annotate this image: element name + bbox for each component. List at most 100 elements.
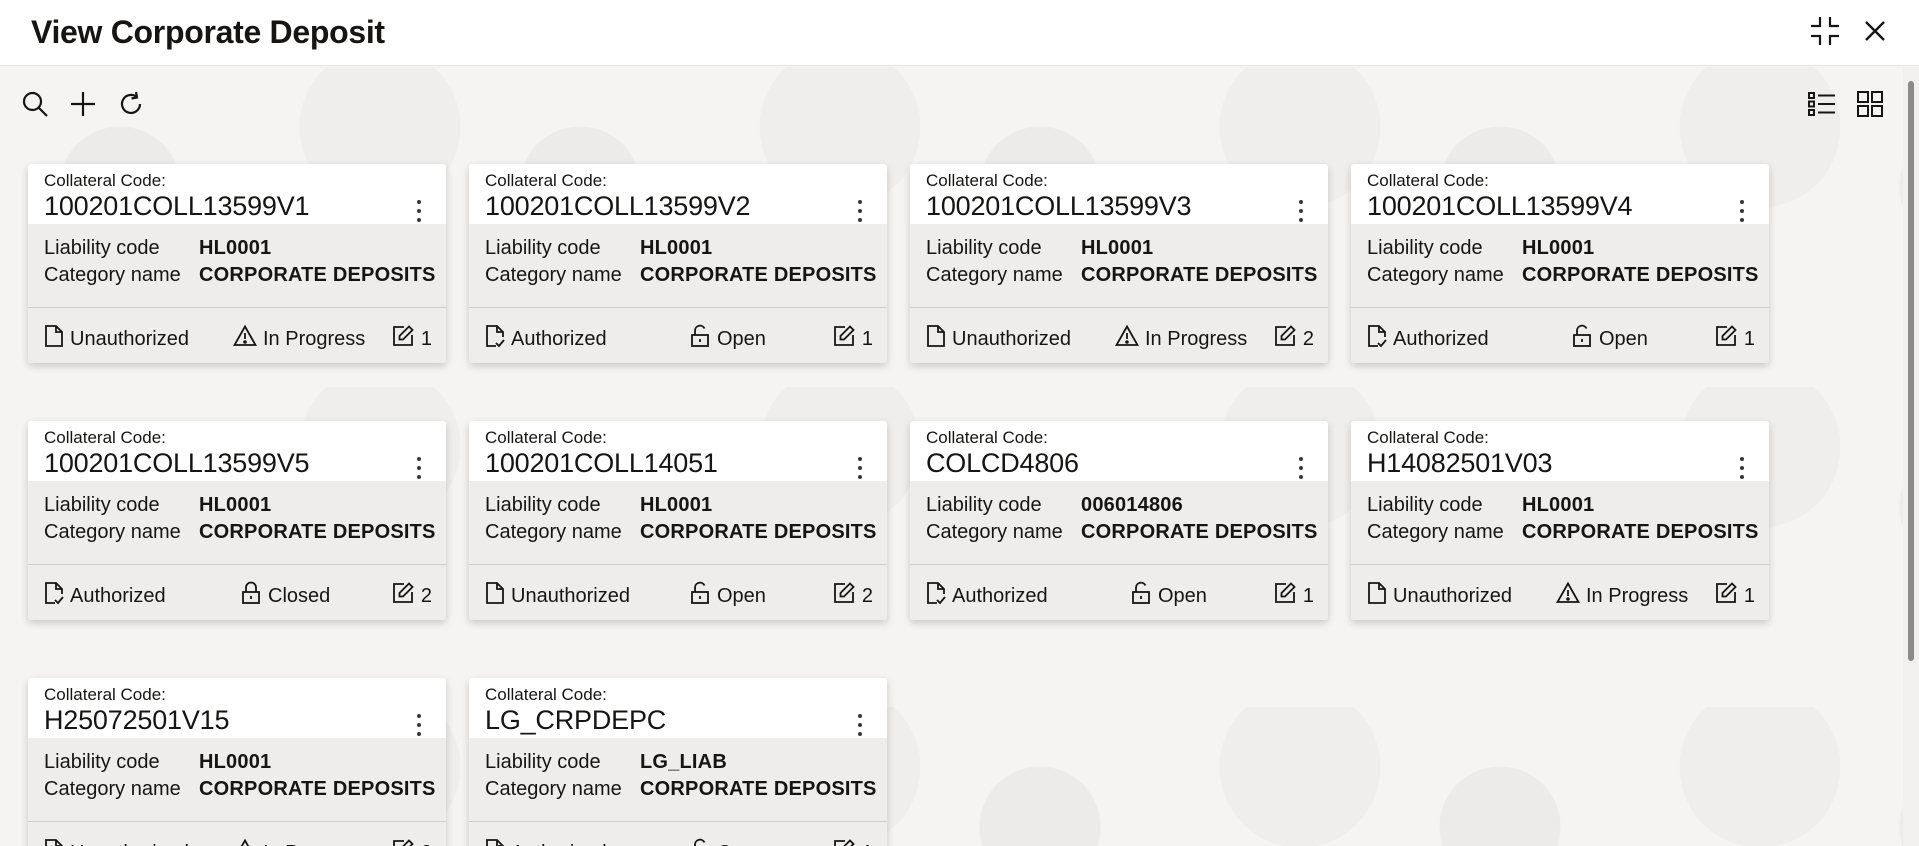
lock-icon (240, 581, 268, 611)
authorization-status: Authorized (485, 324, 607, 354)
edit-icon (1273, 581, 1303, 611)
collateral-card-6[interactable]: Collateral Code: 100201COLL14051 Liabili… (469, 421, 887, 620)
status-text: Open (717, 584, 766, 607)
unauthorized-document-icon (1367, 581, 1393, 611)
liability-code-value: 006014806 (1081, 494, 1183, 516)
edit-icon (1714, 581, 1744, 611)
more-options-icon[interactable] (414, 714, 424, 736)
unauthorized-document-icon (926, 324, 952, 354)
warning-icon (233, 838, 263, 846)
collateral-card-2[interactable]: Collateral Code: 100201COLL13599V2 Liabi… (469, 164, 887, 363)
unlock-icon (1571, 324, 1599, 354)
plus-icon[interactable] (66, 87, 100, 121)
warning-icon (1555, 581, 1586, 611)
minimize-icon[interactable] (1807, 13, 1843, 49)
collateral-card-1[interactable]: Collateral Code: 100201COLL13599V1 Liabi… (28, 164, 446, 363)
collateral-card-3[interactable]: Collateral Code: 100201COLL13599V3 Liabi… (910, 164, 1328, 363)
collateral-card-7[interactable]: Collateral Code: COLCD4806 Liability cod… (910, 421, 1328, 620)
collateral-card-5[interactable]: Collateral Code: 100201COLL13599V5 Liabi… (28, 421, 446, 620)
edit-icon (832, 324, 862, 354)
modification-count: 2 (1273, 324, 1314, 354)
card-footer: Unauthorized Open 2 (469, 565, 887, 620)
category-name-value: CORPORATE DEPOSITS (640, 521, 877, 543)
liability-code-value: HL0001 (199, 494, 272, 516)
liability-code-value: HL0001 (1522, 237, 1595, 259)
card-footer: Authorized Open 1 (469, 822, 887, 846)
collateral-card-8[interactable]: Collateral Code: H14082501V03 Liability … (1351, 421, 1769, 620)
modification-count: 1 (1714, 324, 1755, 354)
category-name-label: Category name (44, 264, 181, 286)
count-text: 1 (1302, 584, 1314, 607)
record-status: In Progress (1114, 324, 1247, 354)
collateral-code-value: 100201COLL13599V2 (485, 191, 751, 221)
auth-text: Authorized (511, 842, 607, 846)
record-status: Open (689, 581, 766, 611)
collateral-code-label: Collateral Code: (44, 428, 166, 447)
collateral-code-value: 100201COLL13599V3 (926, 191, 1192, 221)
collateral-card-4[interactable]: Collateral Code: 100201COLL13599V4 Liabi… (1351, 164, 1769, 363)
liability-code-label: Liability code (485, 751, 601, 773)
card-details: Liability code HL0001 Category name CORP… (910, 224, 1328, 308)
more-options-icon[interactable] (414, 457, 424, 479)
more-options-icon[interactable] (414, 200, 424, 222)
card-details: Liability code HL0001 Category name CORP… (28, 224, 446, 308)
auth-text: Unauthorized (1393, 584, 1512, 607)
more-options-icon[interactable] (855, 714, 865, 736)
more-options-icon[interactable] (1296, 200, 1306, 222)
auth-text: Authorized (70, 584, 166, 607)
category-name-value: CORPORATE DEPOSITS (1081, 264, 1318, 286)
more-options-icon[interactable] (1296, 457, 1306, 479)
refresh-icon[interactable] (114, 87, 148, 121)
collateral-code-label: Collateral Code: (485, 685, 607, 704)
card-details: Liability code HL0001 Category name CORP… (1351, 224, 1769, 308)
collateral-code-value: H25072501V15 (44, 705, 230, 735)
modification-count: 1 (1273, 581, 1314, 611)
status-text: Open (717, 327, 766, 350)
liability-code-value: HL0001 (640, 237, 713, 259)
collateral-code-value: 100201COLL13599V5 (44, 448, 310, 478)
vertical-scrollbar[interactable] (1903, 67, 1919, 846)
more-options-icon[interactable] (1737, 200, 1747, 222)
liability-code-label: Liability code (926, 237, 1042, 259)
count-text: 2 (1302, 327, 1314, 350)
category-name-value: CORPORATE DEPOSITS (199, 264, 436, 286)
auth-text: Unauthorized (70, 327, 189, 350)
grid-view-icon[interactable] (1853, 87, 1887, 121)
count-text: 2 (421, 842, 432, 846)
card-footer: Unauthorized In Progress 2 (28, 822, 446, 846)
card-footer: Unauthorized In Progress 1 (28, 308, 446, 363)
authorization-status: Unauthorized (1367, 581, 1512, 611)
more-options-icon[interactable] (855, 200, 865, 222)
collateral-card-9[interactable]: Collateral Code: H25072501V15 Liability … (28, 678, 446, 846)
edit-icon (832, 838, 862, 846)
category-name-value: CORPORATE DEPOSITS (640, 264, 877, 286)
more-options-icon[interactable] (1737, 457, 1747, 479)
modification-count: 1 (391, 324, 432, 354)
scrollbar-thumb[interactable] (1908, 81, 1914, 661)
search-icon[interactable] (18, 87, 52, 121)
authorization-status: Unauthorized (485, 581, 630, 611)
collateral-code-value: COLCD4806 (926, 448, 1079, 478)
card-footer: Unauthorized In Progress 2 (910, 308, 1328, 363)
liability-code-label: Liability code (1367, 494, 1483, 516)
collateral-code-label: Collateral Code: (44, 171, 166, 190)
record-status: In Progress (232, 324, 365, 354)
close-icon[interactable] (1857, 13, 1893, 49)
modification-count: 1 (832, 324, 873, 354)
unlock-icon (1130, 581, 1158, 611)
collateral-code-value: 100201COLL14051 (485, 448, 718, 478)
list-view-icon[interactable] (1805, 87, 1839, 121)
card-footer: Unauthorized In Progress 1 (1351, 565, 1769, 620)
collateral-card-10[interactable]: Collateral Code: LG_CRPDEPC Liability co… (469, 678, 887, 846)
more-options-icon[interactable] (855, 457, 865, 479)
auth-text: Authorized (1393, 327, 1489, 350)
authorization-status: Authorized (44, 581, 166, 611)
status-text: Open (717, 842, 766, 846)
count-text: 2 (861, 584, 873, 607)
modification-count: 2 (391, 838, 432, 846)
liability-code-label: Liability code (485, 237, 601, 259)
card-details: Liability code HL0001 Category name CORP… (28, 481, 446, 565)
category-name-value: CORPORATE DEPOSITS (1081, 521, 1318, 543)
modification-count: 2 (832, 581, 873, 611)
modification-count: 1 (1714, 581, 1755, 611)
